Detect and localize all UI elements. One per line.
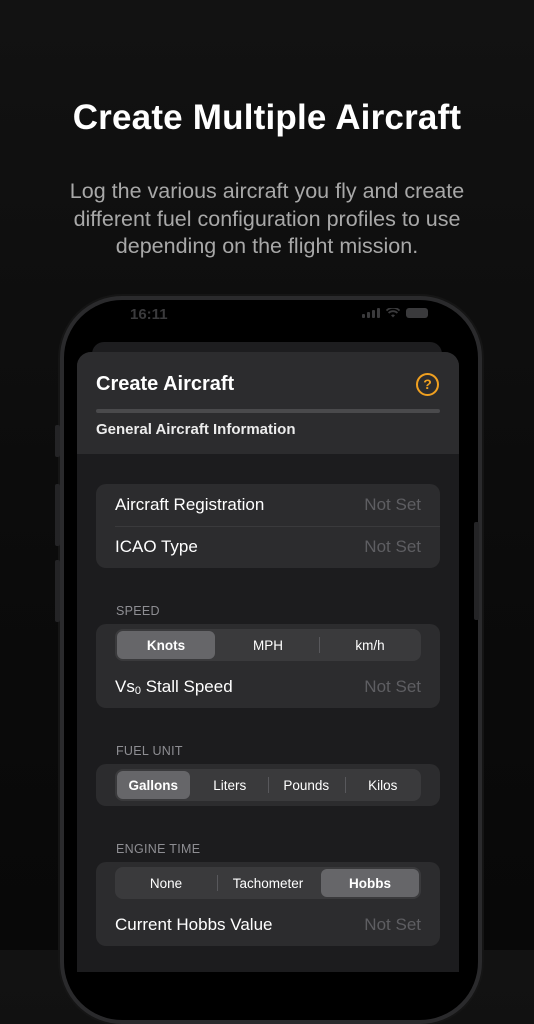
stall-label-main: Vs bbox=[115, 677, 135, 696]
fuel-unit-group: Gallons Liters Pounds Kilos bbox=[96, 764, 440, 806]
row-value: Not Set bbox=[364, 495, 421, 514]
segment-knots[interactable]: Knots bbox=[117, 631, 215, 659]
phone-mute-switch bbox=[55, 425, 60, 457]
create-aircraft-sheet: Create Aircraft ? General Aircraft Infor… bbox=[77, 352, 459, 972]
speed-unit-segmented-control[interactable]: Knots MPH km/h bbox=[115, 629, 421, 661]
headline: Create Multiple Aircraft bbox=[72, 98, 462, 137]
icao-type-row[interactable]: ICAO Type Not Set bbox=[96, 526, 440, 568]
engine-time-group: None Tachometer Hobbs Current Hobbs Valu… bbox=[96, 862, 440, 946]
segment-kmh[interactable]: km/h bbox=[321, 631, 419, 659]
segment-hobbs[interactable]: Hobbs bbox=[321, 869, 419, 897]
segment-gallons[interactable]: Gallons bbox=[117, 771, 190, 799]
segment-mph[interactable]: MPH bbox=[219, 631, 320, 659]
fuel-unit-section-label: FUEL UNIT bbox=[116, 744, 183, 758]
section-tab-general[interactable]: General Aircraft Information bbox=[96, 421, 295, 438]
cellular-signal-icon bbox=[362, 308, 380, 318]
stall-speed-row[interactable]: Vs0 Stall Speed Not Set bbox=[96, 666, 440, 708]
current-hobbs-row[interactable]: Current Hobbs Value Not Set bbox=[96, 904, 440, 946]
wifi-icon bbox=[386, 308, 400, 318]
fuel-unit-segmented-control[interactable]: Gallons Liters Pounds Kilos bbox=[115, 769, 421, 801]
status-time: 16:11 bbox=[130, 306, 168, 323]
speed-section-label: SPEED bbox=[116, 604, 160, 618]
status-bar: 16:11 bbox=[130, 304, 428, 324]
segment-pounds[interactable]: Pounds bbox=[270, 771, 345, 799]
segment-none[interactable]: None bbox=[117, 869, 218, 897]
phone-volume-up bbox=[55, 484, 60, 546]
status-icons bbox=[362, 308, 428, 318]
speed-group: Knots MPH km/h Vs0 Stall Speed Not Set bbox=[96, 624, 440, 708]
sheet-header: Create Aircraft ? General Aircraft Infor… bbox=[77, 352, 459, 454]
speed-unit-row: Knots MPH km/h bbox=[96, 624, 440, 666]
segment-liters[interactable]: Liters bbox=[194, 771, 269, 799]
engine-time-row: None Tachometer Hobbs bbox=[96, 862, 440, 904]
stall-label-rest: Stall Speed bbox=[140, 677, 233, 696]
sheet-title: Create Aircraft bbox=[96, 373, 235, 395]
progress-bar bbox=[96, 409, 440, 413]
row-label: Current Hobbs Value bbox=[115, 915, 273, 934]
row-value: Not Set bbox=[364, 677, 421, 696]
row-value: Not Set bbox=[364, 915, 421, 934]
help-icon[interactable]: ? bbox=[416, 373, 439, 396]
engine-time-section-label: ENGINE TIME bbox=[116, 842, 201, 856]
row-value: Not Set bbox=[364, 537, 421, 556]
general-info-group: Aircraft Registration Not Set ICAO Type … bbox=[96, 484, 440, 568]
row-label: Aircraft Registration bbox=[115, 495, 265, 514]
fuel-unit-row: Gallons Liters Pounds Kilos bbox=[96, 764, 440, 806]
engine-time-segmented-control[interactable]: None Tachometer Hobbs bbox=[115, 867, 421, 899]
row-label: Vs0 Stall Speed bbox=[115, 677, 233, 697]
phone-power-button bbox=[474, 522, 479, 620]
segment-tachometer[interactable]: Tachometer bbox=[219, 869, 317, 897]
aircraft-registration-row[interactable]: Aircraft Registration Not Set bbox=[96, 484, 440, 526]
row-label: ICAO Type bbox=[115, 537, 198, 556]
segment-kilos[interactable]: Kilos bbox=[347, 771, 420, 799]
battery-icon bbox=[406, 308, 428, 318]
phone-volume-down bbox=[55, 560, 60, 622]
subline: Log the various aircraft you fly and cre… bbox=[69, 179, 465, 258]
